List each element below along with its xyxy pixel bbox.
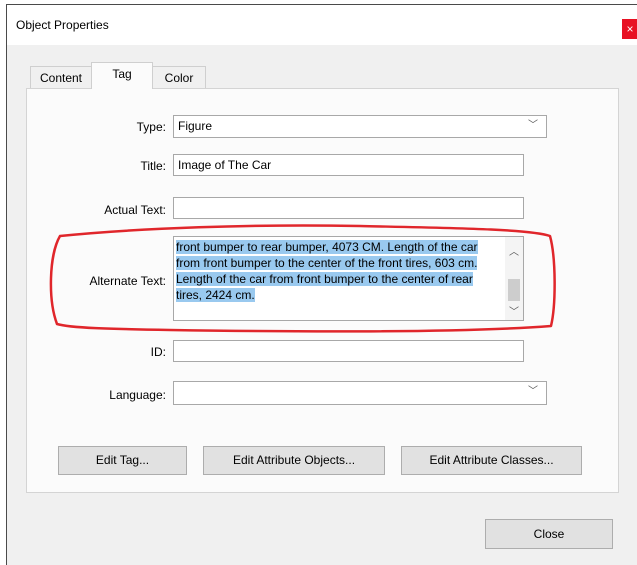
id-label: ID: (150, 345, 166, 359)
language-label: Language: (109, 388, 166, 402)
alternate-text-selected: front bumper to rear bumper, 4073 CM. Le… (176, 240, 478, 302)
actual-text-label: Actual Text: (104, 203, 166, 217)
tab-tag[interactable]: Tag (91, 62, 153, 89)
title-label: Title: (140, 159, 166, 173)
type-label: Type: (136, 120, 166, 134)
close-button[interactable]: Close (485, 519, 613, 549)
chevron-down-icon: ﹀ (528, 120, 538, 131)
alternate-text-textarea[interactable]: front bumper to rear bumper, 4073 CM. Le… (173, 236, 524, 321)
language-select[interactable]: ﹀ (173, 381, 547, 405)
arrow-up-icon[interactable]: ︿ (509, 243, 519, 258)
alternate-text-label: Alternate Text: (89, 274, 167, 288)
scrollbar-thumb[interactable] (508, 279, 520, 301)
title-input[interactable]: Image of The Car (173, 154, 524, 176)
tab-content[interactable]: Content (30, 66, 92, 88)
type-value: Figure (178, 119, 213, 133)
actual-text-input[interactable] (173, 197, 524, 219)
alternate-text-scrollbar[interactable]: ︿ ﹀ (505, 237, 523, 320)
close-icon[interactable]: × (622, 19, 637, 39)
chevron-down-icon: ﹀ (528, 386, 538, 397)
tab-color[interactable]: Color (152, 66, 206, 88)
id-input[interactable] (173, 340, 524, 362)
edit-tag-button[interactable]: Edit Tag... (58, 446, 187, 475)
arrow-down-icon[interactable]: ﹀ (509, 303, 519, 318)
edit-attribute-classes-button[interactable]: Edit Attribute Classes... (401, 446, 582, 475)
type-select[interactable]: Figure ﹀ (173, 115, 547, 138)
dialog-title: Object Properties (16, 18, 109, 32)
edit-attribute-objects-button[interactable]: Edit Attribute Objects... (203, 446, 385, 475)
title-bar[interactable]: Object Properties × (7, 5, 637, 45)
